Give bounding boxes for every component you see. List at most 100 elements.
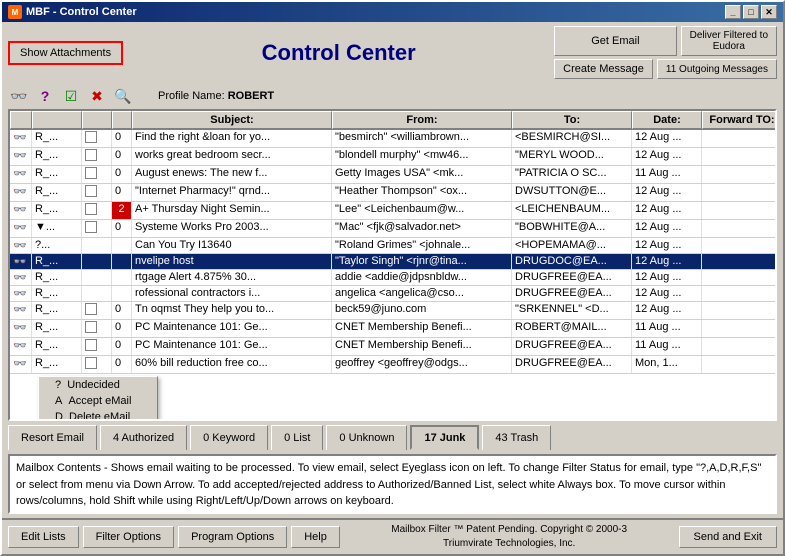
row-date: 12 Aug ... — [632, 184, 702, 201]
table-row[interactable]: 👓 R_... 2 A+ Thursday Night Semin... "Le… — [10, 202, 775, 220]
row-from: CNET Membership Benefi... — [332, 338, 512, 355]
filter-options-button[interactable]: Filter Options — [83, 526, 174, 548]
table-row[interactable]: 👓 R_... 0 "Internet Pharmacy!" qrnd... "… — [10, 184, 775, 202]
row-checkbox[interactable] — [82, 220, 112, 237]
row-checkbox[interactable] — [82, 356, 112, 373]
row-glasses-icon: 👓 — [10, 302, 32, 319]
row-checkbox[interactable] — [82, 202, 112, 219]
row-checkbox[interactable] — [82, 270, 112, 285]
edit-lists-button[interactable]: Edit Lists — [8, 526, 79, 548]
tab-junk[interactable]: 17 Junk — [410, 425, 479, 450]
row-date: 12 Aug ... — [632, 302, 702, 319]
row-fwd — [702, 166, 775, 183]
create-message-button[interactable]: Create Message — [554, 59, 653, 79]
deliver-filtered-button[interactable]: Deliver Filtered to Eudora — [681, 26, 777, 56]
table-row[interactable]: 👓 R_... 0 60% bill reduction free co... … — [10, 356, 775, 374]
row-subject: Tn oqmst They help you to... — [132, 302, 332, 319]
checkmark-icon: ☑ — [65, 88, 78, 105]
row-count: 0 — [112, 320, 132, 337]
profile-label: Profile Name: ROBERT — [158, 90, 274, 102]
table-row[interactable]: 👓 R_... 0 Find the right &loan for yo...… — [10, 130, 775, 148]
context-accept[interactable]: A Accept eMail — [39, 393, 157, 409]
table-row[interactable]: 👓 R_... rofessional contractors i... ang… — [10, 286, 775, 302]
row-subject: PC Maintenance 101: Ge... — [132, 320, 332, 337]
glasses-icon-btn[interactable]: 👓 — [8, 85, 30, 107]
table-row[interactable]: 👓 R_... 0 works great bedroom secr... "b… — [10, 148, 775, 166]
tab-authorized[interactable]: 4 Authorized — [100, 425, 187, 450]
main-window: M MBF - Control Center _ □ ✕ Show Attach… — [0, 0, 785, 556]
row-subject: Systeme Works Pro 2003... — [132, 220, 332, 237]
table-row[interactable]: 👓 ▼... 0 Systeme Works Pro 2003... "Mac"… — [10, 220, 775, 238]
row-to: DRUGDOC@EA... — [512, 254, 632, 269]
table-row[interactable]: 👓 R_... rtgage Alert 4.875% 30... addie … — [10, 270, 775, 286]
program-options-button[interactable]: Program Options — [178, 526, 287, 548]
row-checkbox[interactable] — [82, 286, 112, 301]
search-icon-btn[interactable]: 🔍 — [112, 85, 134, 107]
row-date: 11 Aug ... — [632, 166, 702, 183]
row-subject: A+ Thursday Night Semin... — [132, 202, 332, 219]
row-glasses-icon: 👓 — [10, 130, 32, 147]
row-date: 12 Aug ... — [632, 286, 702, 301]
row-glasses-icon: 👓 — [10, 220, 32, 237]
show-attachments-button[interactable]: Show Attachments — [8, 41, 123, 65]
tab-unknown[interactable]: 0 Unknown — [326, 425, 407, 450]
maximize-button[interactable]: □ — [743, 5, 759, 19]
get-email-button[interactable]: Get Email — [554, 26, 676, 56]
checkmark-icon-btn[interactable]: ☑ — [60, 85, 82, 107]
row-code: R_... — [32, 320, 82, 337]
table-header: Subject: From: To: Date: Forward TO: Sto… — [10, 111, 775, 130]
table-row[interactable]: 👓 R_... 0 PC Maintenance 101: Ge... CNET… — [10, 338, 775, 356]
row-from: geoffrey <geoffrey@odgs... — [332, 356, 512, 373]
row-fwd — [702, 356, 775, 373]
row-code: R_... — [32, 338, 82, 355]
row-checkbox[interactable] — [82, 238, 112, 253]
tab-trash[interactable]: 43 Trash — [482, 425, 551, 450]
row-to: ROBERT@MAIL... — [512, 320, 632, 337]
window-controls: _ □ ✕ — [725, 5, 777, 19]
row-subject: rtgage Alert 4.875% 30... — [132, 270, 332, 285]
row-code: ?... — [32, 238, 82, 253]
app-icon: M — [8, 5, 22, 19]
row-to: <HOPEMAMA@... — [512, 238, 632, 253]
send-and-exit-button[interactable]: Send and Exit — [679, 526, 778, 548]
row-from: "blondell murphy" <mw46... — [332, 148, 512, 165]
col-check — [82, 111, 112, 129]
close-button[interactable]: ✕ — [761, 5, 777, 19]
table-row[interactable]: 👓 R_... 0 August enews: The new f... Get… — [10, 166, 775, 184]
title-bar-left: M MBF - Control Center — [8, 5, 137, 19]
table-row[interactable]: 👓 R_... nvelipe host "Taylor Singh" <rjn… — [10, 254, 775, 270]
xmark-icon: ✖ — [91, 88, 103, 105]
row-checkbox[interactable] — [82, 166, 112, 183]
table-row[interactable]: 👓 R_... 0 Tn oqmst They help you to... b… — [10, 302, 775, 320]
row-subject: "Internet Pharmacy!" qrnd... — [132, 184, 332, 201]
question-icon: ? — [41, 88, 50, 104]
row-glasses-icon: 👓 — [10, 254, 32, 269]
context-undecided[interactable]: ? Undecided — [39, 377, 157, 393]
row-code: R_... — [32, 202, 82, 219]
row-checkbox[interactable] — [82, 254, 112, 269]
row-from: "Heather Thompson" <ox... — [332, 184, 512, 201]
context-delete[interactable]: D Delete eMail — [39, 409, 157, 421]
row-count: 0 — [112, 130, 132, 147]
row-checkbox[interactable] — [82, 338, 112, 355]
row-date: 12 Aug ... — [632, 130, 702, 147]
row-glasses-icon: 👓 — [10, 238, 32, 253]
row-checkbox[interactable] — [82, 320, 112, 337]
row-fwd — [702, 286, 775, 301]
row-checkbox[interactable] — [82, 302, 112, 319]
table-row[interactable]: 👓 ?... Can You Try I13640 "Roland Grimes… — [10, 238, 775, 254]
tab-resort-email[interactable]: Resort Email — [8, 425, 97, 450]
row-checkbox[interactable] — [82, 130, 112, 147]
question-icon-btn[interactable]: ? — [34, 85, 56, 107]
title-bar: M MBF - Control Center _ □ ✕ — [2, 2, 783, 22]
minimize-button[interactable]: _ — [725, 5, 741, 19]
outgoing-messages-button[interactable]: 11 Outgoing Messages — [657, 59, 777, 79]
tab-keyword[interactable]: 0 Keyword — [190, 425, 268, 450]
xmark-icon-btn[interactable]: ✖ — [86, 85, 108, 107]
row-checkbox[interactable] — [82, 148, 112, 165]
row-glasses-icon: 👓 — [10, 184, 32, 201]
tab-list[interactable]: 0 List — [271, 425, 323, 450]
help-button[interactable]: Help — [291, 526, 340, 548]
table-row[interactable]: 👓 R_... 0 PC Maintenance 101: Ge... CNET… — [10, 320, 775, 338]
row-checkbox[interactable] — [82, 184, 112, 201]
